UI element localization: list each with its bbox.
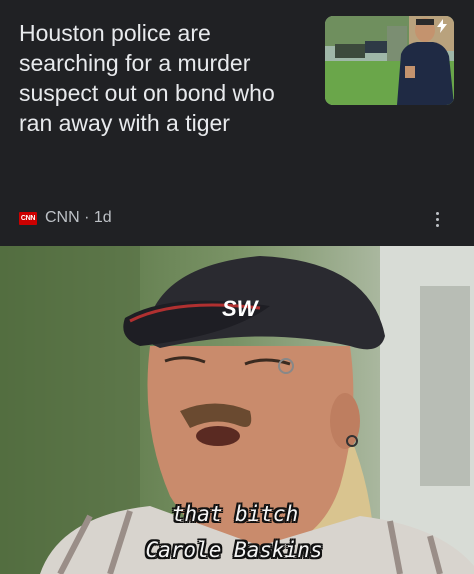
meme-caption-line-1: that bitch: [171, 502, 299, 526]
news-card[interactable]: Houston police are searching for a murde…: [0, 0, 474, 246]
meme-caption-line-2: Carole Baskins: [145, 538, 323, 562]
more-options-button[interactable]: [428, 207, 446, 231]
news-headline[interactable]: Houston police are searching for a murde…: [19, 18, 304, 138]
news-thumbnail[interactable]: [325, 16, 454, 105]
source-row: CNN CNN · 1d: [19, 207, 112, 229]
lightning-bolt-icon: [437, 19, 447, 33]
thumbnail-image: [325, 16, 454, 105]
meme-image: SW that bitch Carole Baskins: [0, 246, 474, 574]
source-label: CNN · 1d: [45, 209, 112, 226]
cap-logo-text: SW: [222, 296, 260, 321]
cnn-logo-icon: CNN: [19, 211, 37, 225]
more-vertical-icon: [435, 211, 439, 215]
